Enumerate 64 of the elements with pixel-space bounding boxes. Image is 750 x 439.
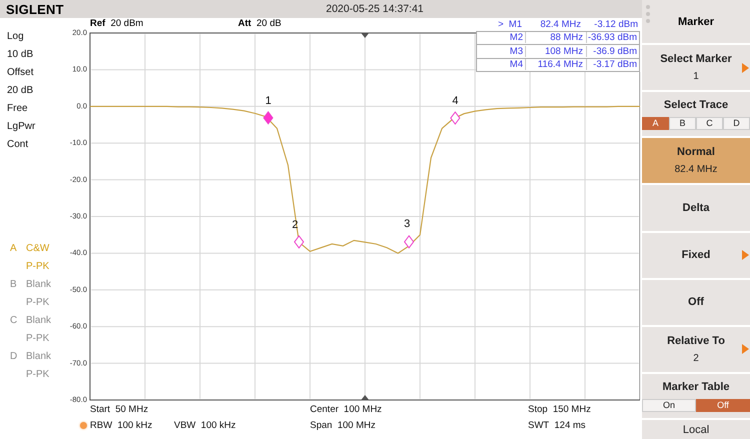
sweep-setting: SWT 124 ms: [528, 420, 586, 431]
marker-amplitude: -3.12 dBm: [593, 18, 639, 30]
header-setting: Ref 20 dBm: [90, 18, 144, 29]
sweep-setting: Span 100 MHz: [310, 420, 376, 431]
marker-amplitude: -36.9 dBm: [586, 46, 639, 57]
header-setting: Att 20 dB: [238, 18, 282, 29]
option-tab[interactable]: B: [669, 116, 696, 130]
brand-logo: SIGLENT: [6, 2, 64, 16]
marker-number: 1: [265, 94, 272, 107]
softkey-button[interactable]: Off: [642, 280, 750, 325]
sweep-setting: Stop 150 MHz: [528, 404, 591, 415]
trace-mode: Blank: [26, 279, 52, 291]
marker-name: M3: [508, 46, 524, 57]
softkey-button[interactable]: Select Marker 1: [642, 45, 750, 90]
date-time: 2020-05-25 14:37:41: [326, 3, 424, 15]
center-marker-icon: [361, 33, 369, 38]
setting-label: 10 dB: [7, 48, 34, 61]
softkey-button[interactable]: Normal 82.4 MHz: [642, 138, 750, 184]
marker-number: 3: [404, 218, 410, 230]
trace-mode: Blank: [26, 351, 52, 363]
marker-amplitude: -36.93 dBm: [586, 32, 639, 44]
sweep-setting: Start 50 MHz: [90, 404, 148, 415]
marker-frequency: 88 MHz: [525, 32, 586, 44]
trace-detector: P-PK: [25, 369, 50, 381]
trace-mode: Blank: [26, 315, 52, 327]
option-tab[interactable]: On: [642, 398, 696, 412]
setting-label: 20 dB: [7, 84, 34, 97]
softkey-button[interactable]: Fixed: [642, 232, 750, 278]
setting-label: Offset: [7, 66, 34, 79]
setting-label: Log: [7, 30, 25, 43]
marker-name: M2: [508, 32, 524, 44]
setting-label: Cont: [7, 138, 30, 151]
trace-detector: P-PK: [25, 333, 50, 345]
trace-letter: D: [10, 351, 18, 363]
softkey-label: Marker Table: [662, 380, 730, 393]
softkey-button[interactable]: Delta: [642, 185, 750, 231]
menu-title: Marker: [642, 0, 750, 43]
marker-amplitude: -3.17 dBm: [586, 59, 639, 70]
option-tab[interactable]: A: [642, 116, 669, 130]
marker-number: 4: [452, 95, 458, 108]
trace-letter: B: [10, 279, 18, 291]
option-tab[interactable]: C: [696, 116, 723, 130]
option-tab[interactable]: D: [723, 116, 750, 130]
trace-letter: A: [10, 243, 18, 255]
sweep-setting: RBW 100 kHz: [90, 420, 152, 431]
marker-frequency: 108 MHz: [525, 46, 586, 57]
grip-icon: [646, 5, 650, 23]
trace-detector: P-PK: [25, 297, 50, 309]
option-tab[interactable]: Off: [696, 398, 750, 412]
local-button[interactable]: Local: [642, 420, 750, 439]
setting-label: Free: [7, 102, 29, 115]
trace-mode: C&W: [26, 243, 50, 255]
marker-frequency: 116.4 MHz: [525, 59, 586, 70]
marker-name: > M1: [496, 18, 523, 30]
trace-detector: P-PK: [25, 261, 50, 273]
marker-frequency: 82.4 MHz: [539, 18, 582, 30]
softkey-label: Select Trace: [664, 98, 728, 111]
marker-name: M4: [508, 59, 524, 70]
softkey-button[interactable]: Relative To 2: [642, 326, 750, 372]
setting-label: LgPwr: [7, 120, 36, 133]
sweep-setting: VBW 100 kHz: [174, 420, 236, 431]
sweep-setting: Center 100 MHz: [310, 404, 382, 415]
center-marker-icon: [361, 395, 369, 400]
trace-letter: C: [10, 315, 18, 327]
